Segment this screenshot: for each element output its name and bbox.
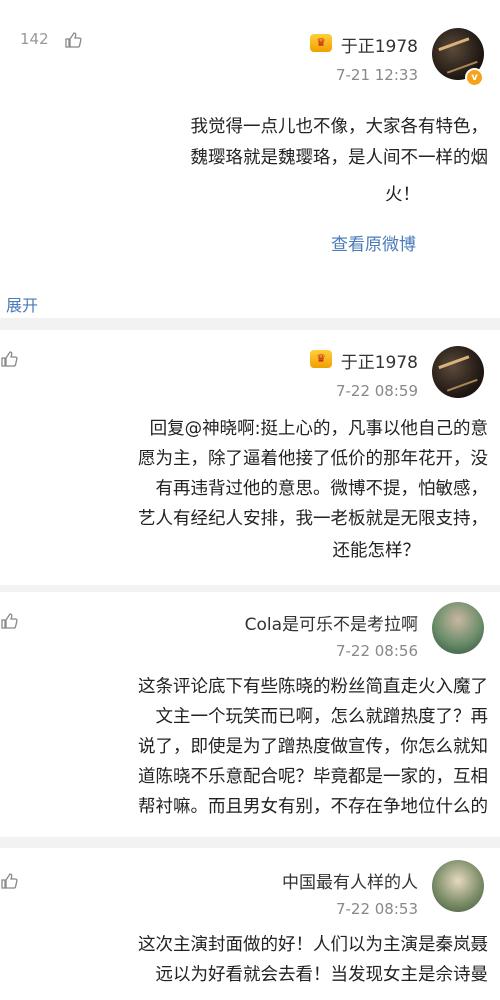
crown-icon: ♛ <box>310 34 332 52</box>
username[interactable]: Cola是可乐不是考拉啊 <box>245 610 418 635</box>
comment-text-line: 文主一个玩笑而已啊，怎么就蹭热度了？再 <box>155 707 489 727</box>
like-thumb-icon[interactable] <box>64 31 82 49</box>
username[interactable]: 中国最有人样的人 <box>282 868 418 893</box>
comment-text-line: 说了，即使是为了蹭热度做宣传，你怎么就知 <box>138 737 488 757</box>
comment-card-4: 中国最有人样的人 7-22 08:53 这次主演封面做的好！人们以为主演是秦岚聂… <box>0 848 500 1000</box>
comment-text-line: 这次主演封面做的好！人们以为主演是秦岚聂 <box>138 935 488 955</box>
comment-text-line: 火！ <box>385 185 420 205</box>
avatar[interactable] <box>432 860 484 912</box>
comment-card-3: Cola是可乐不是考拉啊 7-22 08:56 这条评论底下有些陈晓的粉丝简直走… <box>0 592 500 837</box>
username[interactable]: 于正1978 <box>341 348 418 373</box>
view-original-link[interactable]: 查看原微博 <box>331 230 416 255</box>
comment-text-line: 帮衬嘛。而且男女有别，不存在争地位什么的 <box>138 797 488 817</box>
timestamp: 7-22 08:56 <box>335 642 418 660</box>
comment-card-2: ♛ 于正1978 7-22 08:59 回复@神晓啊:挺上心的，凡事以他自己的意… <box>0 330 500 585</box>
verified-badge-icon: v <box>465 68 484 87</box>
comment-text-line: 回复@神晓啊:挺上心的，凡事以他自己的意 <box>149 419 488 439</box>
like-count: 142 <box>20 30 49 48</box>
crown-icon: ♛ <box>310 350 332 368</box>
comment-card-1: v ♛ 于正1978 7-21 12:33 142 我觉得一点儿也不像，大家各有… <box>0 0 500 318</box>
comment-text-line: 远以为好看就会去看！当发现女主是佘诗曼 <box>155 965 489 985</box>
timestamp: 7-21 12:33 <box>335 66 418 84</box>
comment-text-line: 愿为主，除了逼着他接了低价的那年花开，没 <box>138 449 488 469</box>
like-thumb-icon[interactable] <box>0 350 18 368</box>
avatar[interactable] <box>432 346 484 398</box>
timestamp: 7-22 08:53 <box>335 900 418 918</box>
expand-link[interactable]: 展开 <box>6 292 38 316</box>
comment-text-line: 有再违背过他的意思。微博不提，怕敏感， <box>155 479 489 499</box>
comment-text-line: 这条评论底下有些陈晓的粉丝简直走火入魔了 <box>138 677 488 697</box>
like-thumb-icon[interactable] <box>0 612 18 630</box>
timestamp: 7-22 08:59 <box>335 382 418 400</box>
like-thumb-icon[interactable] <box>0 872 18 890</box>
comment-text-line: 道陈晓不乐意配合呢？毕竟都是一家的，互相 <box>138 767 488 787</box>
comment-text-line: 魏璎珞就是魏璎珞，是人间不一样的烟 <box>190 148 489 168</box>
comment-text-line: 我觉得一点儿也不像，大家各有特色， <box>190 117 489 137</box>
username[interactable]: 于正1978 <box>341 32 418 57</box>
comment-text-line: 还能怎样？ <box>332 541 421 561</box>
avatar[interactable] <box>432 602 484 654</box>
comment-text-line: 艺人有经纪人安排，我一老板就是无限支持， <box>138 509 488 529</box>
